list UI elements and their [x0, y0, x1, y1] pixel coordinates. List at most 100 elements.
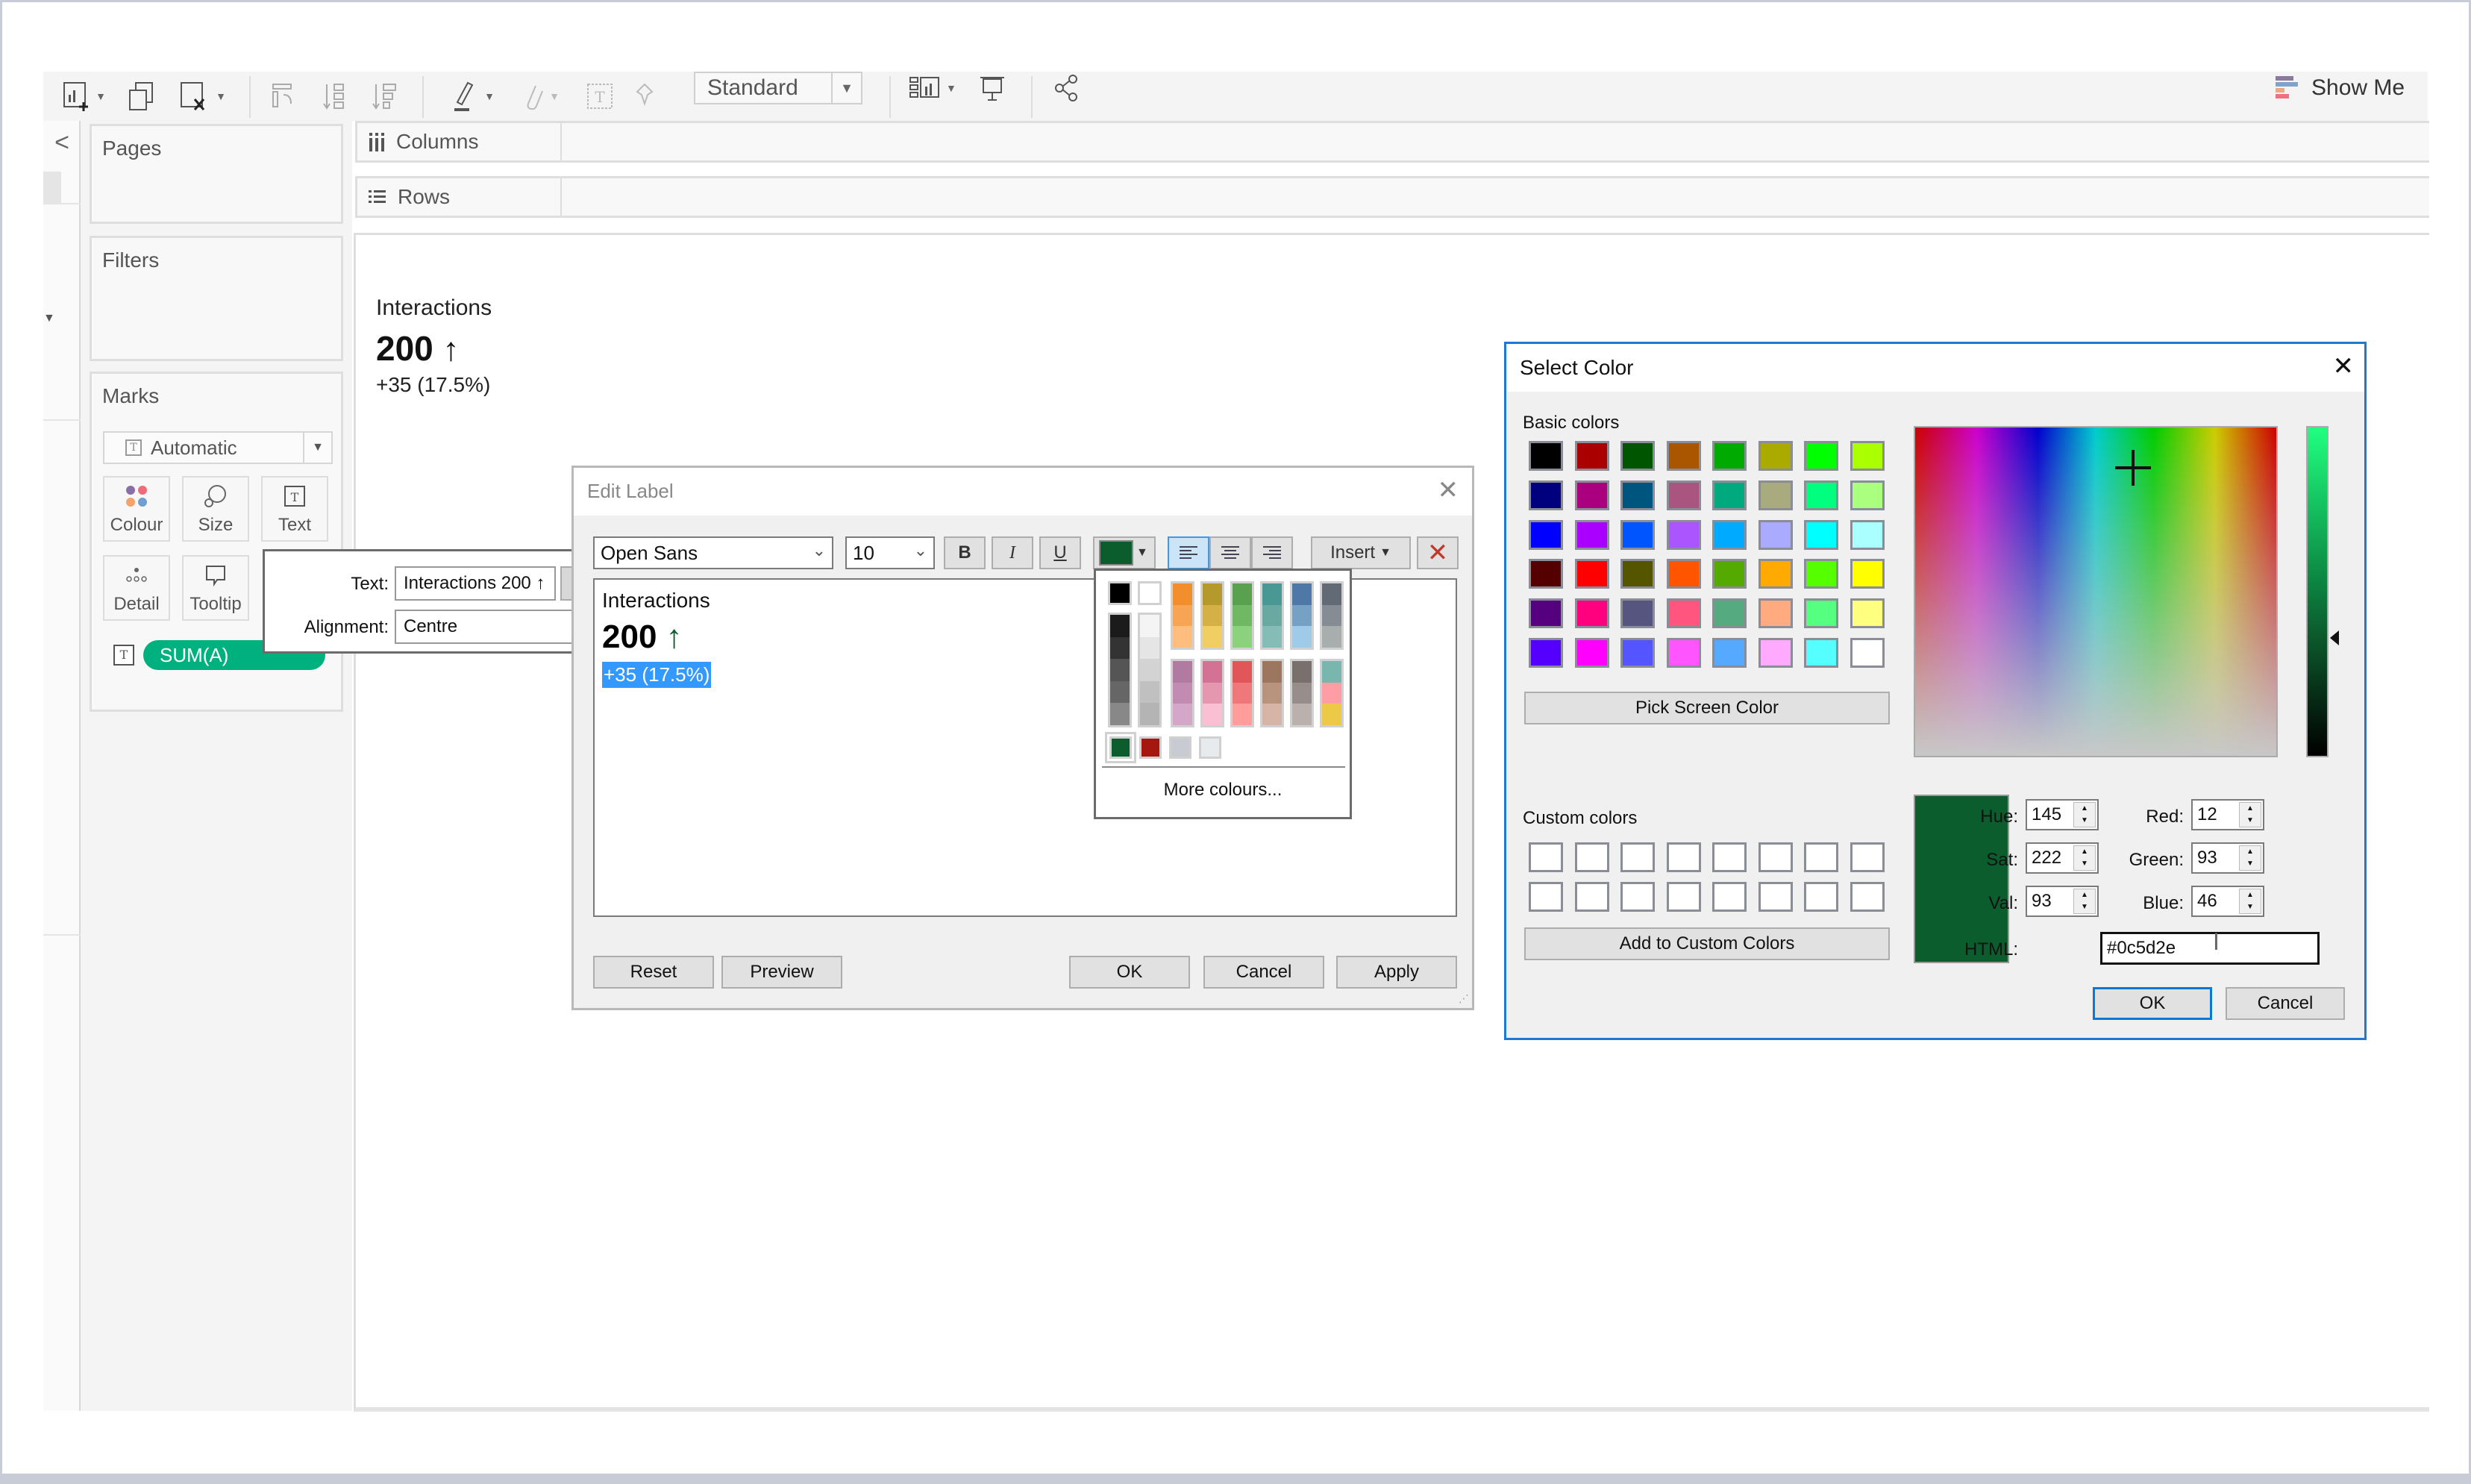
- color-swatch[interactable]: [1292, 583, 1312, 605]
- color-swatch[interactable]: [1173, 604, 1192, 627]
- custom-color-swatch[interactable]: [1666, 842, 1701, 872]
- color-swatch[interactable]: [1233, 604, 1252, 627]
- color-swatch[interactable]: [1203, 661, 1222, 683]
- value-slider[interactable]: [2306, 426, 2328, 757]
- share-button[interactable]: [1052, 72, 1085, 104]
- fix-axes-button[interactable]: [628, 72, 661, 121]
- color-swatch-stack[interactable]: [1320, 581, 1344, 650]
- basic-color-swatch[interactable]: [1620, 480, 1655, 510]
- color-swatch[interactable]: [1203, 604, 1222, 627]
- basic-color-swatch[interactable]: [1574, 441, 1609, 471]
- color-swatch-stack[interactable]: [1260, 581, 1284, 650]
- more-colours-link[interactable]: More colours...: [1096, 780, 1350, 801]
- custom-color-swatch[interactable]: [1850, 842, 1885, 872]
- size-button[interactable]: Size: [182, 476, 249, 542]
- apply-button[interactable]: Apply: [1336, 956, 1457, 989]
- text-field[interactable]: Interactions 200 ↑: [395, 566, 556, 601]
- color-swatch[interactable]: [1262, 682, 1282, 704]
- basic-color-swatch[interactable]: [1529, 559, 1563, 589]
- close-icon[interactable]: ✕: [1438, 475, 1459, 505]
- basic-color-swatch[interactable]: [1804, 598, 1838, 629]
- basic-color-swatch[interactable]: [1574, 519, 1609, 550]
- basic-color-swatch[interactable]: [1620, 598, 1655, 629]
- color-swatch[interactable]: [1262, 583, 1282, 605]
- basic-color-swatch[interactable]: [1712, 519, 1747, 550]
- basic-color-swatch[interactable]: [1850, 480, 1885, 510]
- basic-color-swatch[interactable]: [1712, 441, 1747, 471]
- basic-color-swatch[interactable]: [1574, 559, 1609, 589]
- spin-arrows-icon[interactable]: ▲ ▼: [2073, 802, 2096, 827]
- color-swatch[interactable]: [1173, 661, 1192, 683]
- color-swatch[interactable]: [1140, 615, 1159, 637]
- spin-arrows-icon[interactable]: ▲ ▼: [2073, 845, 2096, 871]
- show-me-button[interactable]: Show Me: [2274, 72, 2405, 104]
- color-swatch[interactable]: [1203, 682, 1222, 704]
- color-swatch[interactable]: [1322, 661, 1341, 683]
- custom-color-swatch[interactable]: [1758, 881, 1793, 912]
- blue-spinbox[interactable]: 46 ▲ ▼: [2191, 886, 2264, 917]
- colour-button[interactable]: Colour: [103, 476, 170, 542]
- basic-color-swatch[interactable]: [1529, 638, 1563, 668]
- basic-color-swatch[interactable]: [1850, 559, 1885, 589]
- insert-menu-button[interactable]: Insert ▼: [1311, 536, 1411, 569]
- highlight-button[interactable]: ▼: [446, 72, 498, 121]
- color-swatch[interactable]: [1110, 636, 1130, 660]
- pick-screen-color-button[interactable]: Pick Screen Color: [1524, 692, 1890, 724]
- basic-color-swatch[interactable]: [1758, 598, 1793, 629]
- ok-button[interactable]: OK: [1069, 956, 1190, 989]
- color-swatch[interactable]: [1173, 626, 1192, 648]
- basic-color-swatch[interactable]: [1712, 598, 1747, 629]
- color-swatch-stack[interactable]: [1200, 581, 1224, 650]
- custom-color-swatch[interactable]: [1712, 881, 1747, 912]
- color-swatch-stack[interactable]: [1320, 659, 1344, 727]
- select-color-cancel-button[interactable]: Cancel: [2226, 987, 2345, 1020]
- color-swatch-stack[interactable]: [1200, 659, 1224, 727]
- new-worksheet-button[interactable]: ▼: [61, 72, 106, 121]
- basic-color-swatch[interactable]: [1529, 519, 1563, 550]
- basic-color-swatch[interactable]: [1620, 638, 1655, 668]
- color-swatch-stack[interactable]: [1230, 659, 1254, 727]
- color-swatch[interactable]: [1140, 680, 1159, 704]
- basic-color-swatch[interactable]: [1758, 638, 1793, 668]
- spin-arrows-icon[interactable]: ▲ ▼: [2073, 889, 2096, 914]
- color-swatch[interactable]: [1173, 682, 1192, 704]
- basic-color-swatch[interactable]: [1666, 441, 1701, 471]
- align-right-button[interactable]: [1251, 536, 1293, 569]
- basic-color-swatch[interactable]: [1712, 638, 1747, 668]
- show-mark-labels-button[interactable]: T: [583, 72, 616, 121]
- basic-color-swatch[interactable]: [1850, 638, 1885, 668]
- custom-color-swatch[interactable]: [1529, 881, 1563, 912]
- basic-color-swatch[interactable]: [1666, 519, 1701, 550]
- value-slider-handle-icon[interactable]: [2330, 630, 2339, 646]
- sat-spinbox[interactable]: 222 ▲ ▼: [2026, 842, 2099, 874]
- close-icon[interactable]: ✕: [2333, 351, 2355, 381]
- custom-color-swatch[interactable]: [1804, 842, 1838, 872]
- color-swatch[interactable]: [1110, 680, 1130, 704]
- color-swatch-stack[interactable]: [1230, 581, 1254, 650]
- basic-color-swatch[interactable]: [1804, 441, 1838, 471]
- basic-color-swatch[interactable]: [1804, 638, 1838, 668]
- color-swatch[interactable]: [1322, 682, 1341, 704]
- color-swatch[interactable]: [1233, 704, 1252, 726]
- color-swatch[interactable]: [1108, 581, 1132, 605]
- custom-color-swatch[interactable]: [1758, 842, 1793, 872]
- basic-color-swatch[interactable]: [1850, 519, 1885, 550]
- duplicate-sheet-button[interactable]: [125, 72, 158, 121]
- color-swatch[interactable]: [1262, 626, 1282, 648]
- font-color-button[interactable]: ▼: [1093, 536, 1156, 569]
- basic-color-swatch[interactable]: [1574, 480, 1609, 510]
- sort-descending-button[interactable]: [369, 72, 401, 121]
- basic-color-swatch[interactable]: [1574, 638, 1609, 668]
- hue-saturation-field[interactable]: [1914, 426, 2278, 757]
- basic-color-swatch[interactable]: [1666, 559, 1701, 589]
- resize-grip-icon[interactable]: ⋰: [1459, 992, 1469, 1005]
- basic-color-swatch[interactable]: [1804, 480, 1838, 510]
- swap-rows-columns-button[interactable]: [267, 72, 300, 121]
- pages-card[interactable]: Pages: [90, 124, 343, 224]
- custom-color-swatch[interactable]: [1574, 881, 1609, 912]
- font-family-select[interactable]: Open Sans ⌄: [593, 536, 833, 569]
- hue-spinbox[interactable]: 145 ▲ ▼: [2026, 799, 2099, 830]
- spin-arrows-icon[interactable]: ▲ ▼: [2239, 889, 2261, 914]
- basic-color-swatch[interactable]: [1666, 638, 1701, 668]
- detail-button[interactable]: Detail: [103, 555, 170, 621]
